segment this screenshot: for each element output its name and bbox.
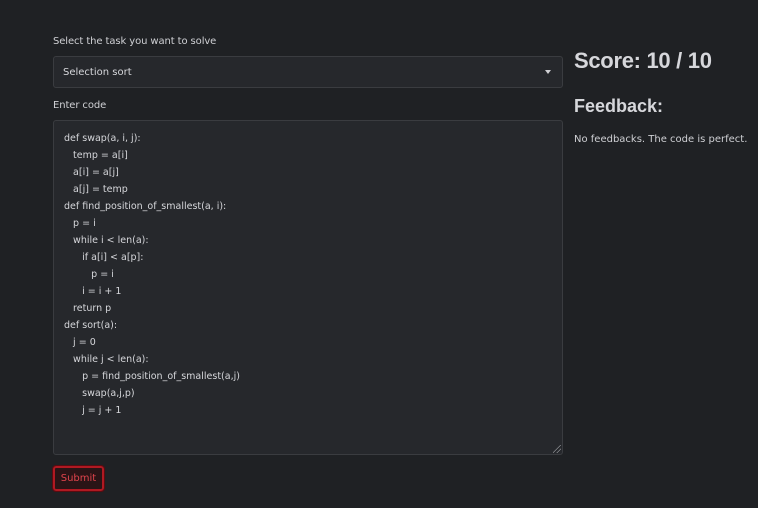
chevron-down-icon (545, 70, 551, 74)
code-lines: def swap(a, i, j): temp = a[i] a[i] = a[… (64, 130, 240, 419)
code-line: swap(a,j,p) (64, 388, 135, 399)
feedback-heading: Feedback: (574, 96, 664, 116)
code-line: return p (64, 303, 112, 314)
code-line: while j < len(a): (64, 354, 149, 365)
code-line: j = 0 (64, 337, 96, 348)
code-line: def sort(a): (64, 320, 118, 331)
feedback-text: No feedbacks. The code is perfect. (574, 134, 748, 145)
code-line: a[j] = temp (64, 184, 128, 195)
code-line: if a[i] < a[p]: (64, 252, 144, 263)
code-line: p = find_position_of_smallest(a,j) (64, 371, 240, 382)
task-select[interactable]: Selection sort (53, 56, 563, 88)
page: Select the task you want to solve Select… (0, 0, 758, 508)
code-line: def find_position_of_smallest(a, i): (64, 201, 227, 212)
code-line: a[i] = a[j] (64, 167, 119, 178)
code-line: p = i (64, 269, 114, 280)
resize-handle-icon[interactable] (553, 445, 561, 453)
task-select-value: Selection sort (63, 67, 132, 78)
score-text: Score: 10 / 10 (574, 48, 712, 73)
task-select-label: Select the task you want to solve (53, 36, 217, 47)
code-line: temp = a[i] (64, 150, 128, 161)
code-input-label: Enter code (53, 100, 107, 111)
code-line: i = i + 1 (64, 286, 122, 297)
code-line: while i < len(a): (64, 235, 149, 246)
code-line: p = i (64, 218, 96, 229)
code-line: def swap(a, i, j): (64, 133, 141, 144)
code-input[interactable]: def swap(a, i, j): temp = a[i] a[i] = a[… (53, 120, 563, 455)
submit-button[interactable]: Submit (52, 465, 105, 492)
code-line: j = j + 1 (64, 405, 122, 416)
